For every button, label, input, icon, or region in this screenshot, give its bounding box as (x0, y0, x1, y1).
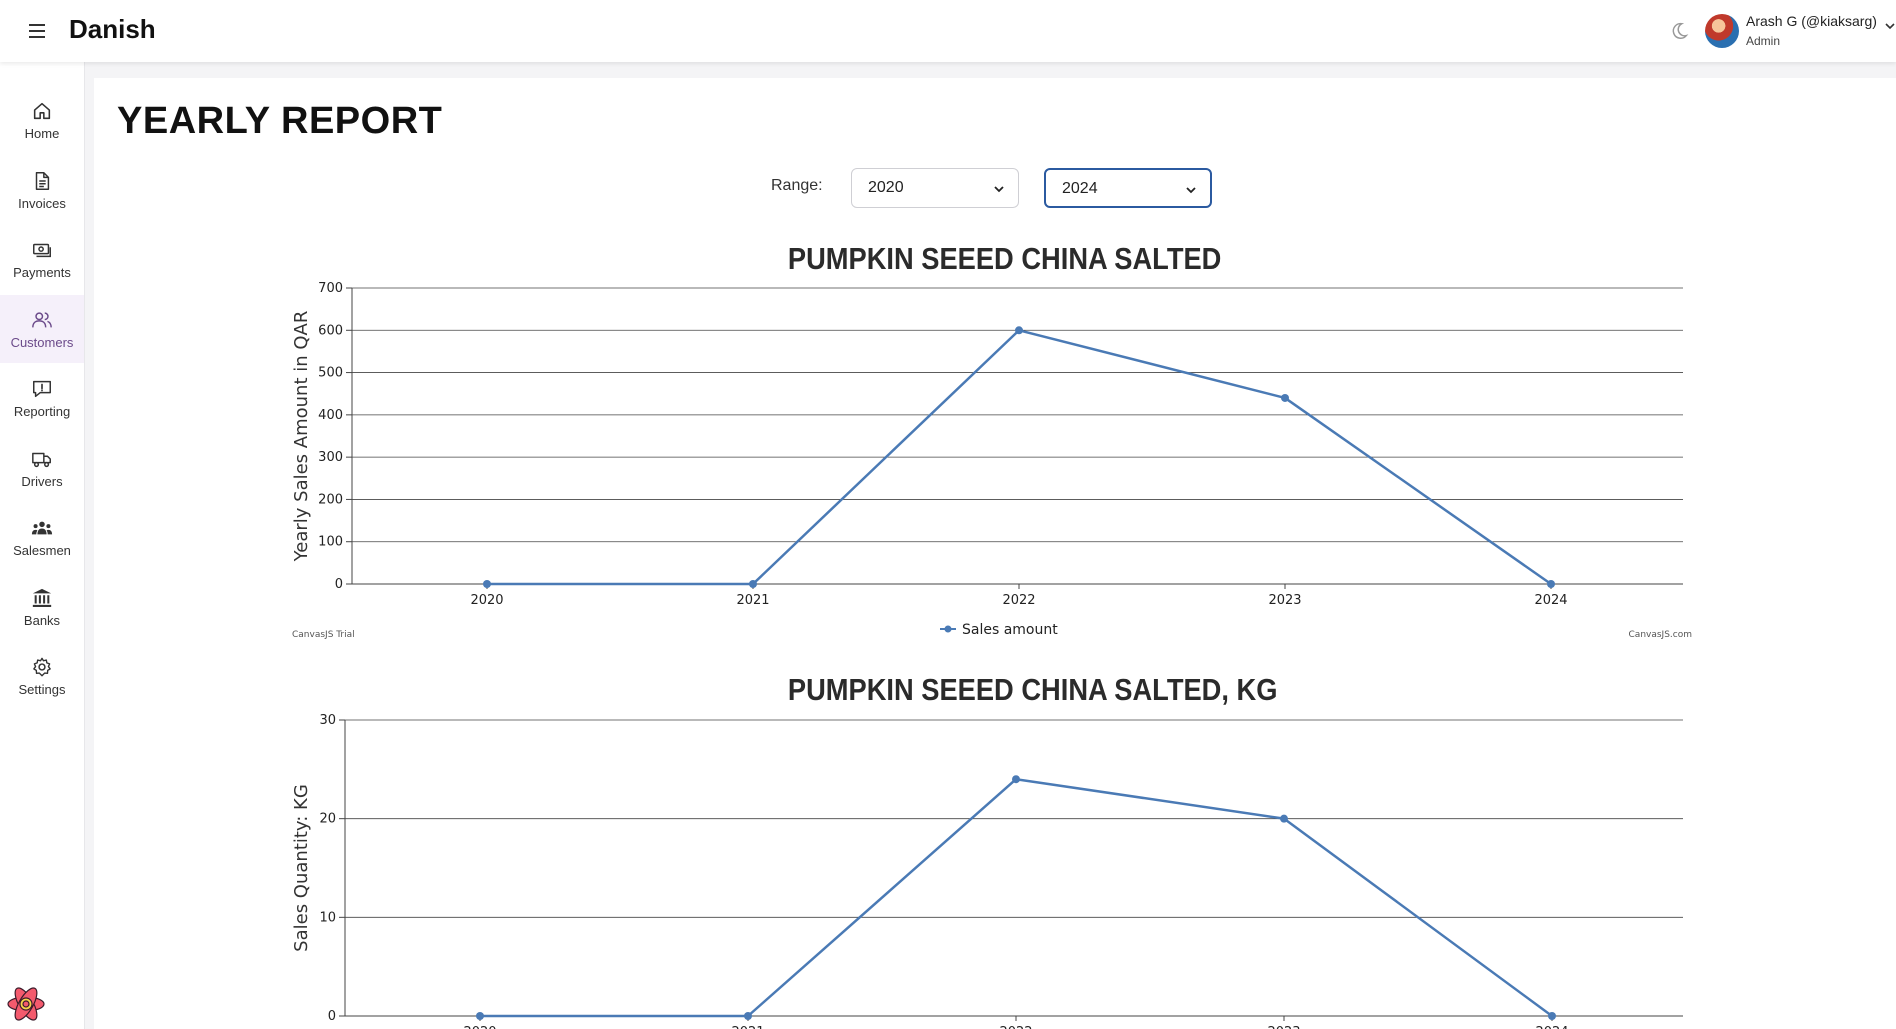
y-tick-label: 0 (328, 1009, 336, 1024)
data-point (1280, 814, 1288, 823)
series-line (480, 777, 1553, 1018)
hamburger-menu-icon[interactable] (26, 20, 48, 42)
chevron-down-icon[interactable] (1884, 20, 1896, 32)
user-role: Admin (1746, 34, 1781, 48)
y-tick-label: 10 (319, 910, 336, 925)
x-tick-label: 2021 (731, 1025, 764, 1029)
x-tick-label: 2023 (1267, 1025, 1300, 1029)
user-name[interactable]: Arash G (@kiaksarg) (1746, 13, 1877, 29)
data-point (476, 1012, 484, 1020)
x-tick-label: 2022 (999, 1025, 1032, 1029)
y-axis-label: Sales Quantity: KG (291, 784, 312, 952)
y-tick-label: 20 (319, 812, 336, 827)
app-title: Danish (69, 14, 156, 44)
x-tick-label: 2024 (1535, 1025, 1568, 1029)
data-point (1012, 775, 1020, 784)
y-tick-label: 30 (319, 713, 336, 728)
data-point (744, 1012, 752, 1020)
data-point (1548, 1012, 1556, 1020)
x-tick-label: 2020 (463, 1025, 496, 1029)
avatar[interactable] (1705, 14, 1739, 48)
moon-icon[interactable] (1668, 20, 1690, 42)
sales-quantity-chart: 0 10 20 30 2020 2021 2022 2023 2024 Sales Quantit… (291, 713, 1683, 1029)
top-bar: Danish Arash G (@kiaksarg) Admin (0, 0, 1896, 62)
